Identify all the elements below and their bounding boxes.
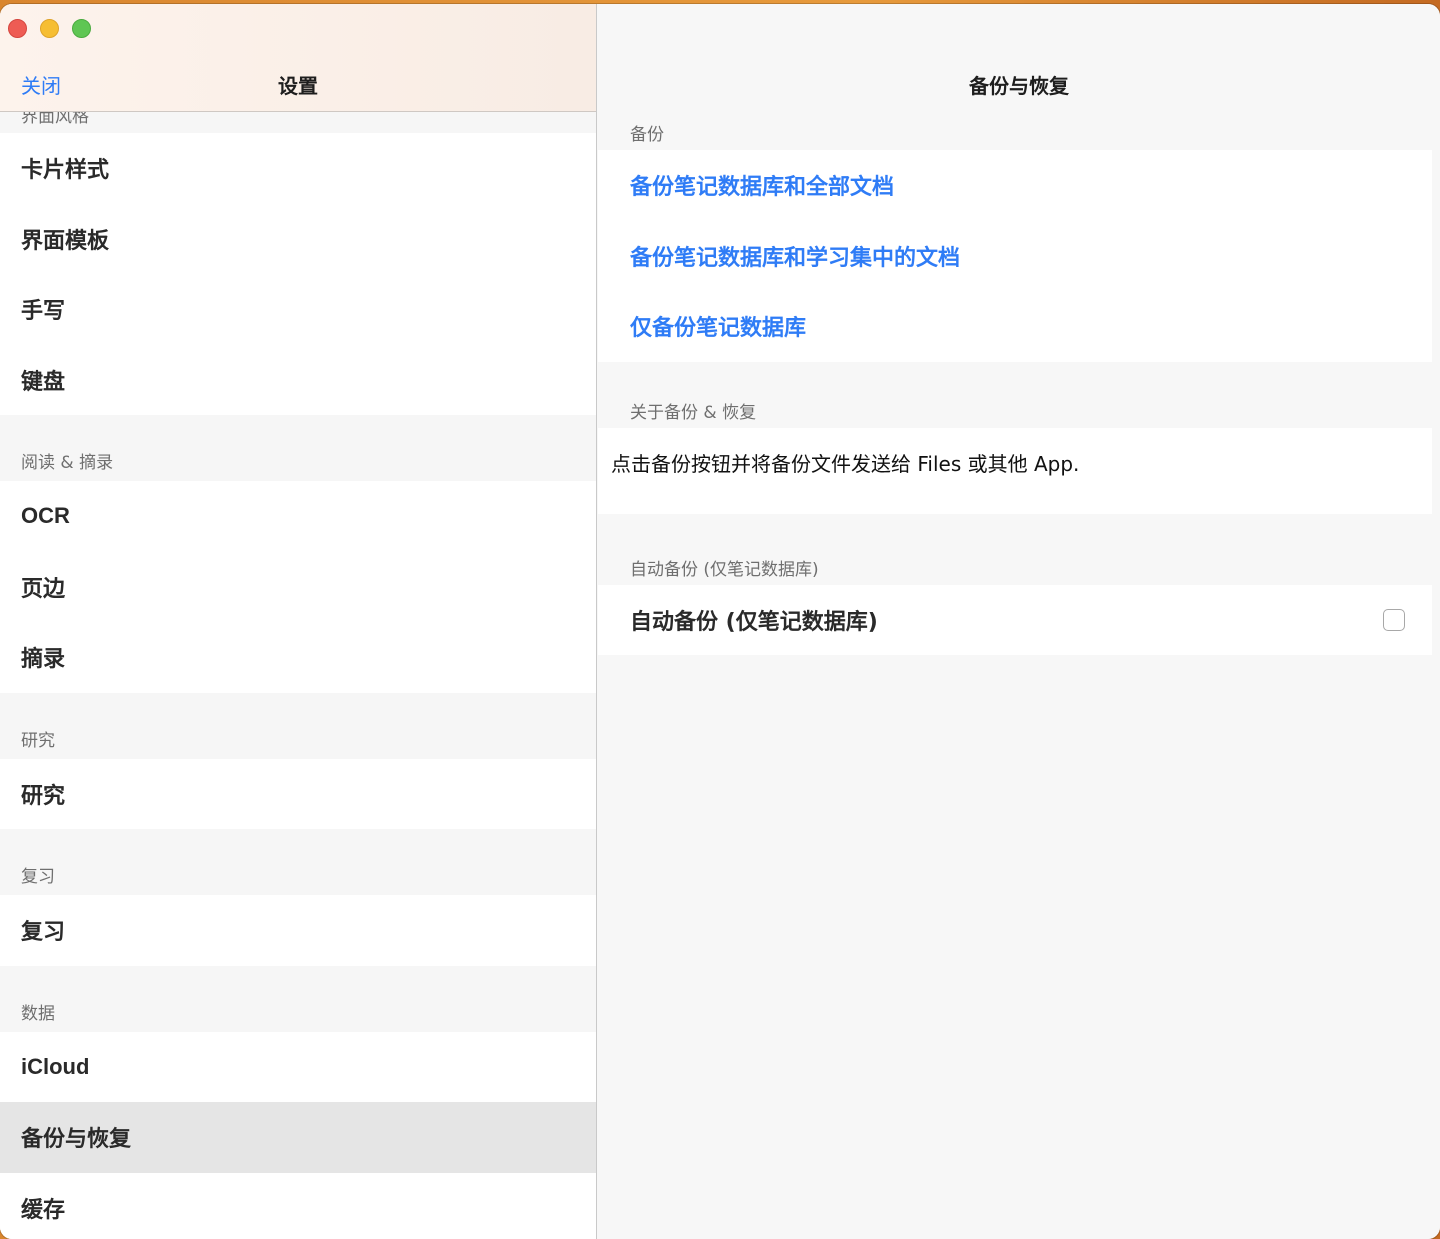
app-window: 界面风格 卡片样式 界面模板 手写 键盘 阅读 & 摘录 OCR 页边 摘录 研… xyxy=(0,4,1440,1239)
backup-actions-card: 备份笔记数据库和全部文档 备份笔记数据库和学习集中的文档 仅备份笔记数据库 xyxy=(598,150,1432,362)
auto-backup-label: 自动备份 (仅笔记数据库) xyxy=(630,610,878,635)
sidebar-item-interface-template[interactable]: 界面模板 xyxy=(0,204,596,275)
group-review: 复习 xyxy=(0,895,596,966)
sidebar-item-research[interactable]: 研究 xyxy=(0,759,596,830)
sidebar-item-backup-restore[interactable]: 备份与恢复 xyxy=(0,1102,596,1173)
sidebar-item-handwriting[interactable]: 手写 xyxy=(0,274,596,345)
sidebar-list[interactable]: 界面风格 卡片样式 界面模板 手写 键盘 阅读 & 摘录 OCR 页边 摘录 研… xyxy=(0,100,596,1239)
backup-database-only-button[interactable]: 仅备份笔记数据库 xyxy=(598,291,1432,362)
sidebar-item-cache[interactable]: 缓存 xyxy=(0,1173,596,1239)
section-label-review: 复习 xyxy=(0,829,596,895)
section-label-research: 研究 xyxy=(0,692,596,759)
sidebar-item-ocr[interactable]: OCR xyxy=(0,481,596,552)
about-card: 点击备份按钮并将备份文件发送给 Files 或其他 App. xyxy=(598,428,1432,514)
group-data: iCloud 备份与恢复 缓存 xyxy=(0,1031,596,1239)
sidebar-item-keyboard[interactable]: 键盘 xyxy=(0,345,596,416)
auto-backup-checkbox[interactable] xyxy=(1383,609,1405,631)
sidebar-item-margin[interactable]: 页边 xyxy=(0,552,596,623)
about-text: 点击备份按钮并将备份文件发送给 Files 或其他 App. xyxy=(611,452,1080,476)
sidebar-item-card-style[interactable]: 卡片样式 xyxy=(0,133,596,204)
backup-all-documents-button[interactable]: 备份笔记数据库和全部文档 xyxy=(598,150,1432,221)
detail-pane: 备份与恢复 备份 备份笔记数据库和全部文档 备份笔记数据库和学习集中的文档 仅备… xyxy=(598,4,1440,1239)
group-research: 研究 xyxy=(0,758,596,830)
group-reading: OCR 页边 摘录 xyxy=(0,481,596,693)
sidebar-item-icloud[interactable]: iCloud xyxy=(0,1032,596,1103)
close-button[interactable]: 关闭 xyxy=(21,70,61,99)
sidebar-title: 设置 xyxy=(278,74,318,98)
backup-study-set-documents-button[interactable]: 备份笔记数据库和学习集中的文档 xyxy=(598,221,1432,292)
sidebar-item-review[interactable]: 复习 xyxy=(0,895,596,966)
section-label-auto-backup: 自动备份 (仅笔记数据库) xyxy=(630,560,819,580)
section-label-about: 关于备份 & 恢复 xyxy=(630,403,757,423)
section-label-data: 数据 xyxy=(0,965,596,1032)
group-interface: 卡片样式 界面模板 手写 键盘 xyxy=(0,133,596,415)
close-window-button[interactable] xyxy=(8,19,27,38)
section-label-reading: 阅读 & 摘录 xyxy=(0,415,596,481)
auto-backup-card: 自动备份 (仅笔记数据库) xyxy=(598,585,1432,655)
zoom-window-button[interactable] xyxy=(72,19,91,38)
page-title: 备份与恢复 xyxy=(969,74,1069,98)
sidebar-header: 设置 关闭 xyxy=(0,4,596,112)
sidebar-item-excerpt[interactable]: 摘录 xyxy=(0,622,596,693)
minimize-window-button[interactable] xyxy=(40,19,59,38)
auto-backup-row: 自动备份 (仅笔记数据库) xyxy=(598,585,1432,655)
section-label-backup: 备份 xyxy=(630,125,664,145)
settings-sidebar: 界面风格 卡片样式 界面模板 手写 键盘 阅读 & 摘录 OCR 页边 摘录 研… xyxy=(0,4,597,1239)
